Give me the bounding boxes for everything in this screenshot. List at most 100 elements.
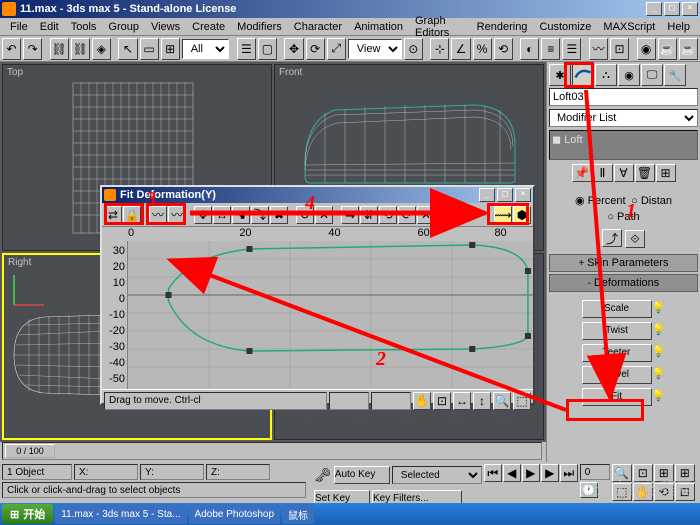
select-region-button[interactable]: ▭ <box>140 38 159 60</box>
mirror-button[interactable]: ◐ <box>520 38 539 60</box>
fit-titlebar[interactable]: Fit Deformation(Y) _ □ × <box>102 187 533 203</box>
bind-button[interactable]: ◈ <box>92 38 111 60</box>
utilities-tab[interactable]: 🔧 <box>664 64 686 86</box>
unique-button[interactable]: ∀ <box>614 164 634 182</box>
teeter-bulb-icon[interactable]: 💡 <box>652 345 666 358</box>
deformations-rollout[interactable]: - Deformations <box>549 274 698 292</box>
menu-animation[interactable]: Animation <box>348 19 409 35</box>
goto-start-button[interactable]: ⏮ <box>484 464 502 482</box>
menu-rendering[interactable]: Rendering <box>471 19 534 35</box>
pick-shape-button[interactable]: ⬢ <box>513 206 531 224</box>
fit-bulb-icon[interactable]: 💡 <box>652 389 666 402</box>
remove-mod-button[interactable]: 🗑 <box>635 164 655 182</box>
fit-plot-area[interactable] <box>128 241 533 389</box>
material-button[interactable]: ◉ <box>637 38 656 60</box>
layers-button[interactable]: ☰ <box>562 38 581 60</box>
fit-zoom-v-button[interactable]: ↕ <box>473 392 491 410</box>
select-button[interactable]: ↖ <box>118 38 137 60</box>
menu-group[interactable]: Group <box>102 19 145 35</box>
twist-bulb-icon[interactable]: 💡 <box>652 323 666 336</box>
minimize-button[interactable]: _ <box>646 2 662 16</box>
menu-views[interactable]: Views <box>145 19 186 35</box>
percent-radio[interactable]: ◉ Percent <box>575 195 626 207</box>
coord-z[interactable]: Z: <box>206 464 270 480</box>
align-button[interactable]: ≡ <box>541 38 560 60</box>
scale-bulb-icon[interactable]: 💡 <box>652 301 666 314</box>
schematic-button[interactable]: ⊡ <box>610 38 629 60</box>
autokey-button[interactable]: Auto Key <box>334 466 390 484</box>
hierarchy-tab[interactable]: ⛬ <box>595 64 617 86</box>
undo-button[interactable]: ↶ <box>2 38 21 60</box>
bevel-deform-button[interactable]: Bevel <box>582 366 652 384</box>
link-button[interactable]: ⛓ <box>50 38 69 60</box>
next-frame-button[interactable]: ▶ <box>541 464 559 482</box>
pick-path-button[interactable]: ⤴ <box>602 229 622 247</box>
fit-pan-button[interactable]: ✋ <box>413 392 431 410</box>
angle-snap-button[interactable]: ∠ <box>451 38 470 60</box>
quick-render-button[interactable]: ☕ <box>679 38 698 60</box>
teeter-deform-button[interactable]: Teeter <box>582 344 652 362</box>
time-slider[interactable]: 0 / 100 <box>2 442 542 460</box>
task-photoshop[interactable]: Adobe Photoshop <box>189 504 281 524</box>
display-y-button[interactable]: 〰 <box>168 206 186 224</box>
modify-tab[interactable] <box>572 64 594 86</box>
distance-radio[interactable]: ○ Distan <box>631 195 672 207</box>
insert-bezier-button[interactable]: ⤵ <box>251 206 269 224</box>
select-window-button[interactable]: ⊞ <box>161 38 180 60</box>
curve-editor-button[interactable]: 〰 <box>589 38 608 60</box>
move-point-button[interactable]: ✥ <box>194 206 212 224</box>
fit-y-field[interactable] <box>371 392 411 410</box>
menu-edit[interactable]: Edit <box>34 19 65 35</box>
unlink-button[interactable]: ⛓ <box>71 38 90 60</box>
percent-snap-button[interactable]: % <box>473 38 492 60</box>
pivot-button[interactable]: ⊙ <box>404 38 423 60</box>
get-shape-button[interactable]: ⬡ <box>436 206 454 224</box>
bevel-bulb-icon[interactable]: 💡 <box>652 367 666 380</box>
rotate-cw-button[interactable]: ⟳ <box>398 206 416 224</box>
fit-close-button[interactable]: × <box>515 188 531 202</box>
task-mouse[interactable]: 鼠标 <box>282 504 314 524</box>
goto-end-button[interactable]: ⏭ <box>560 464 578 482</box>
spinner-snap-button[interactable]: ⟲ <box>494 38 513 60</box>
menu-file[interactable]: File <box>4 19 34 35</box>
fit-deform-button[interactable]: Fit <box>582 388 652 406</box>
show-result-button[interactable]: Ⅱ <box>593 164 613 182</box>
insert-corner-button[interactable]: ⬊ <box>232 206 250 224</box>
fit-zoom-button[interactable]: 🔍 <box>493 392 511 410</box>
scale-button[interactable]: ⤢ <box>327 38 346 60</box>
display-tab[interactable]: 🖵 <box>641 64 663 86</box>
move-button[interactable]: ✥ <box>284 38 303 60</box>
selection-filter[interactable]: All <box>182 39 230 59</box>
menu-character[interactable]: Character <box>288 19 348 35</box>
delete-point-button[interactable]: ✖ <box>270 206 288 224</box>
pick-shape-panel-button[interactable]: ⟐ <box>625 230 645 248</box>
scale-deform-button[interactable]: Scale <box>582 300 652 318</box>
skin-params-rollout[interactable]: + Skin Parameters <box>549 254 698 272</box>
scale-point-button[interactable]: ↔ <box>213 206 231 224</box>
object-name-field[interactable] <box>549 88 698 106</box>
menu-grapheditors[interactable]: Graph Editors <box>409 13 471 41</box>
fit-zoom-h-button[interactable]: ↔ <box>453 392 471 410</box>
maximize-button[interactable]: □ <box>664 2 680 16</box>
twist-deform-button[interactable]: Twist <box>582 322 652 340</box>
prev-frame-button[interactable]: ◀ <box>503 464 521 482</box>
render-scene-button[interactable]: ☕ <box>658 38 677 60</box>
menu-modifiers[interactable]: Modifiers <box>231 19 288 35</box>
time-slider-handle[interactable]: 0 / 100 <box>5 444 55 458</box>
play-button[interactable]: ▶ <box>522 464 540 482</box>
rotate-button[interactable]: ⟳ <box>306 38 325 60</box>
snap-button[interactable]: ⊹ <box>430 38 449 60</box>
mirror-h-button[interactable]: ⇋ <box>341 206 359 224</box>
menu-help[interactable]: Help <box>661 19 696 35</box>
close-button[interactable]: × <box>682 2 698 16</box>
delete-curve-button[interactable]: ✕ <box>315 206 333 224</box>
start-button[interactable]: ⊞ 开始 <box>2 504 53 524</box>
key-target-dropdown[interactable]: Selected <box>392 466 482 484</box>
fit-zoom-region-button[interactable]: ⬚ <box>513 392 531 410</box>
mirror-v-button[interactable]: ⇵ <box>360 206 378 224</box>
lock-button[interactable]: 🔒 <box>123 206 141 224</box>
create-tab[interactable]: ✱ <box>549 64 571 86</box>
menu-create[interactable]: Create <box>186 19 231 35</box>
fit-x-field[interactable] <box>329 392 369 410</box>
select-rect-button[interactable]: ▢ <box>258 38 277 60</box>
